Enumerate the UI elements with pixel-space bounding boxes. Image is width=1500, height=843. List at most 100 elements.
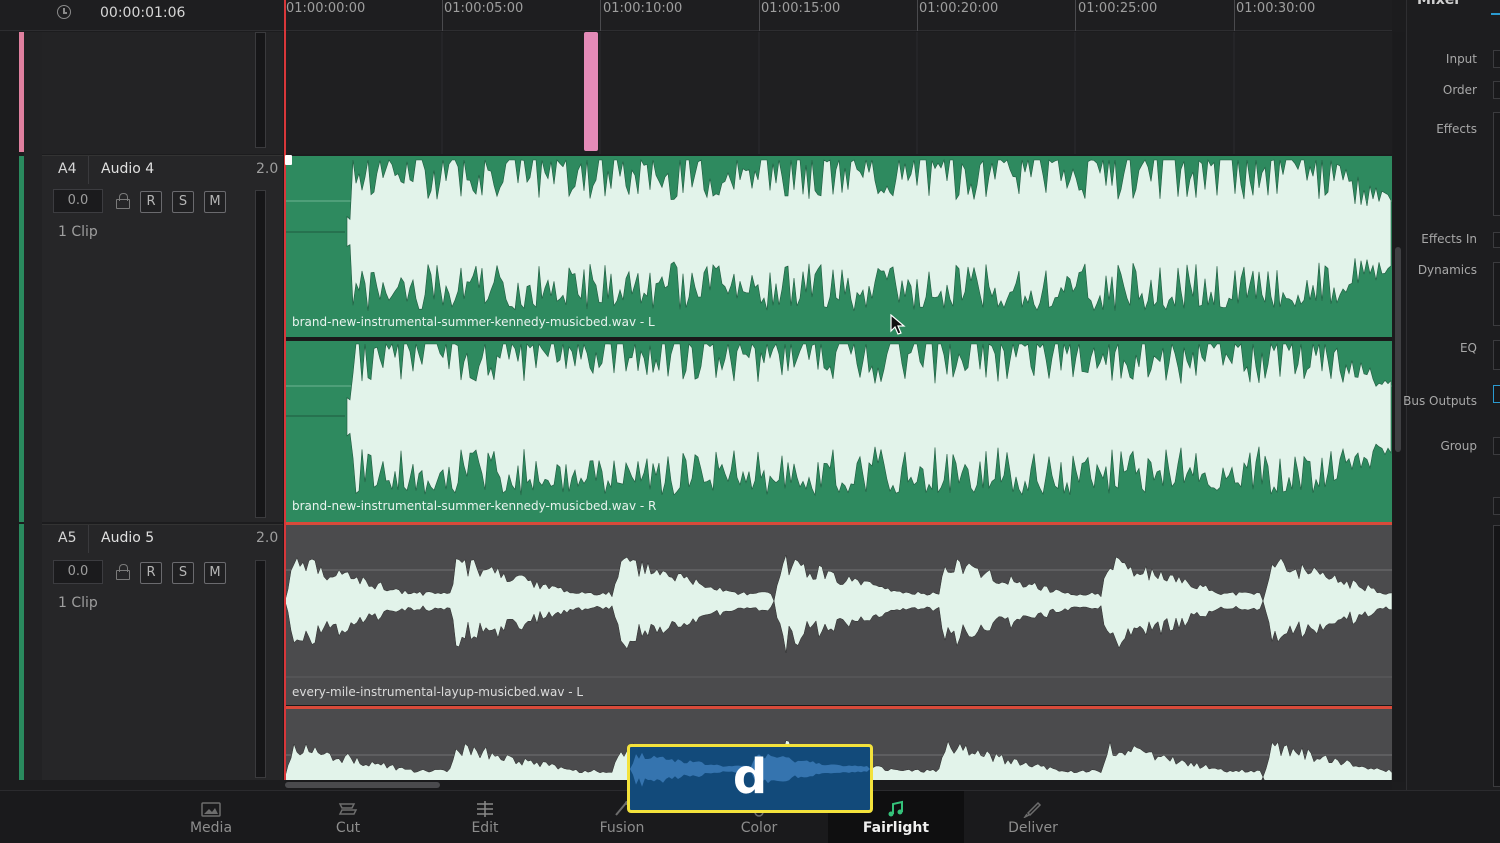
ruler-tick-label: 01:00:15:00	[761, 1, 841, 16]
mixer-bus-output-slot[interactable]	[1493, 385, 1500, 403]
mixer-slot[interactable]	[1493, 497, 1500, 515]
track-side-bar	[24, 32, 42, 780]
ruler-tick-label: 01:00:25:00	[1078, 1, 1158, 16]
ruler-tick-label: 01:00:20:00	[919, 1, 999, 16]
ruler-tick-mark	[917, 0, 918, 31]
ruler-tick-mark	[1075, 0, 1076, 31]
mixer-dynamics-graph[interactable]	[1493, 262, 1500, 326]
mute-button[interactable]: M	[204, 191, 226, 213]
solo-button[interactable]: S	[172, 191, 194, 213]
mixer-title: Mixer	[1417, 0, 1462, 8]
mixer-label-order: Order	[1442, 83, 1477, 97]
page-label: Fairlight	[862, 820, 930, 836]
waveform	[285, 158, 1392, 312]
mixer-panel: Mixer Input Order Effects Effects In Dyn…	[1403, 0, 1500, 790]
video-track-meter	[255, 32, 266, 148]
mixer-accent	[1491, 13, 1500, 15]
fairlight-icon	[888, 800, 903, 817]
track-name[interactable]: Audio 5	[101, 530, 154, 546]
waveform	[285, 554, 1392, 678]
ruler-tick-mark	[759, 0, 760, 31]
mixer-eq-graph[interactable]	[1493, 340, 1500, 370]
mixer-input-slot[interactable]	[1493, 50, 1500, 68]
horizontal-scrollbar-thumb[interactable]	[285, 782, 440, 788]
track-header-a4[interactable]: A4 Audio 4 2.0 0.0 R S M 1 Clip	[42, 155, 283, 522]
track-header-a5[interactable]: A5 Audio 5 2.0 0.0 R S M 1 Clip	[42, 524, 283, 780]
record-arm-button[interactable]: R	[140, 191, 162, 213]
page-label: Edit	[471, 820, 499, 836]
clip-a4-right-channel[interactable]: brand-new-instrumental-summer-kennedy-mu…	[285, 341, 1392, 522]
divider	[88, 156, 89, 184]
ruler-tick-label: 01:00:10:00	[603, 1, 683, 16]
mixer-label-bus-outputs: Bus Outputs	[1403, 394, 1477, 408]
solo-button[interactable]: S	[172, 562, 194, 584]
deliver-icon	[1023, 801, 1042, 818]
track-id: A5	[58, 530, 77, 546]
edit-icon	[477, 801, 493, 817]
lock-icon[interactable]	[116, 193, 130, 209]
page-edit[interactable]: Edit	[417, 791, 553, 843]
mute-button[interactable]: M	[204, 562, 226, 584]
clip-name: brand-new-instrumental-summer-kennedy-mu…	[292, 315, 655, 329]
mixer-label-effects: Effects	[1436, 122, 1477, 136]
track-name[interactable]: Audio 4	[101, 161, 154, 177]
timeline-marker[interactable]	[584, 32, 598, 151]
mixer-effects-slot[interactable]	[1493, 112, 1500, 216]
page-media[interactable]: Media	[143, 791, 279, 843]
mixer-group-slot[interactable]	[1493, 437, 1500, 455]
clock-icon	[57, 5, 71, 19]
track-a5-color-strip	[19, 524, 24, 780]
page-label: Deliver	[1008, 820, 1058, 836]
mixer-fader-area[interactable]	[1493, 525, 1500, 787]
playhead-handle[interactable]	[285, 155, 292, 165]
mixer-order-slot[interactable]	[1493, 81, 1500, 99]
track-volume-field[interactable]: 0.0	[53, 560, 103, 584]
marker-lane[interactable]	[285, 32, 1392, 154]
pressed-key: d	[732, 749, 768, 805]
track-clip-count: 1 Clip	[58, 595, 98, 611]
page-label: Fusion	[599, 820, 645, 836]
page-label: Color	[740, 820, 778, 836]
video-track-header	[42, 32, 283, 154]
page-label: Media	[189, 820, 233, 836]
ruler-tick-label: 01:00:30:00	[1236, 1, 1316, 16]
track-id: A4	[58, 161, 77, 177]
mixer-label-eq: EQ	[1459, 341, 1477, 355]
ruler-tick-label: 01:00:05:00	[444, 1, 524, 16]
page-cut[interactable]: Cut	[280, 791, 416, 843]
mouse-cursor-icon	[890, 314, 906, 335]
clip-name: brand-new-instrumental-summer-kennedy-mu…	[292, 499, 657, 513]
timeline-ruler[interactable]: 00:00:01:06 01:00:00:00 01:00:05:00 01:0…	[0, 0, 1392, 31]
track-volume-field[interactable]: 0.0	[53, 189, 103, 213]
page-label: Cut	[335, 820, 361, 836]
track-clip-count: 1 Clip	[58, 224, 98, 240]
clip-a5-left-channel[interactable]: every-mile-instrumental-layup-musicbed.w…	[285, 525, 1392, 705]
ruler-tick-mark	[600, 0, 601, 31]
media-icon	[201, 802, 221, 817]
clip-a4-left-channel[interactable]: brand-new-instrumental-summer-kennedy-mu…	[285, 156, 1392, 337]
clip-name: every-mile-instrumental-layup-musicbed.w…	[292, 685, 584, 699]
page-deliver[interactable]: Deliver	[965, 791, 1101, 843]
track-a4-meter	[255, 190, 266, 518]
track-a5-meter	[255, 560, 266, 778]
mixer-effects-in-toggle[interactable]	[1493, 232, 1500, 248]
timecode-display: 00:00:01:06	[100, 5, 186, 21]
cut-icon	[338, 803, 358, 815]
mixer-label-group: Group	[1440, 439, 1477, 453]
ruler-tick-label: 01:00:00:00	[286, 1, 366, 16]
playhead[interactable]	[284, 0, 286, 780]
lock-icon[interactable]	[116, 564, 130, 580]
divider	[88, 525, 89, 553]
lane-gridlines	[441, 32, 1235, 154]
mixer-label-dynamics: Dynamics	[1417, 263, 1477, 277]
mixer-label-input: Input	[1445, 52, 1477, 66]
ruler-tick-mark	[442, 0, 443, 31]
ruler-tick-mark	[1234, 0, 1235, 31]
mixer-label-effects-in: Effects In	[1421, 232, 1477, 246]
marker-track-color-strip	[19, 32, 24, 152]
keystroke-overlay: d	[627, 744, 873, 813]
vertical-scrollbar-thumb[interactable]	[1395, 247, 1401, 452]
track-channels: 2.0	[256, 530, 279, 546]
waveform	[285, 342, 1392, 497]
record-arm-button[interactable]: R	[140, 562, 162, 584]
